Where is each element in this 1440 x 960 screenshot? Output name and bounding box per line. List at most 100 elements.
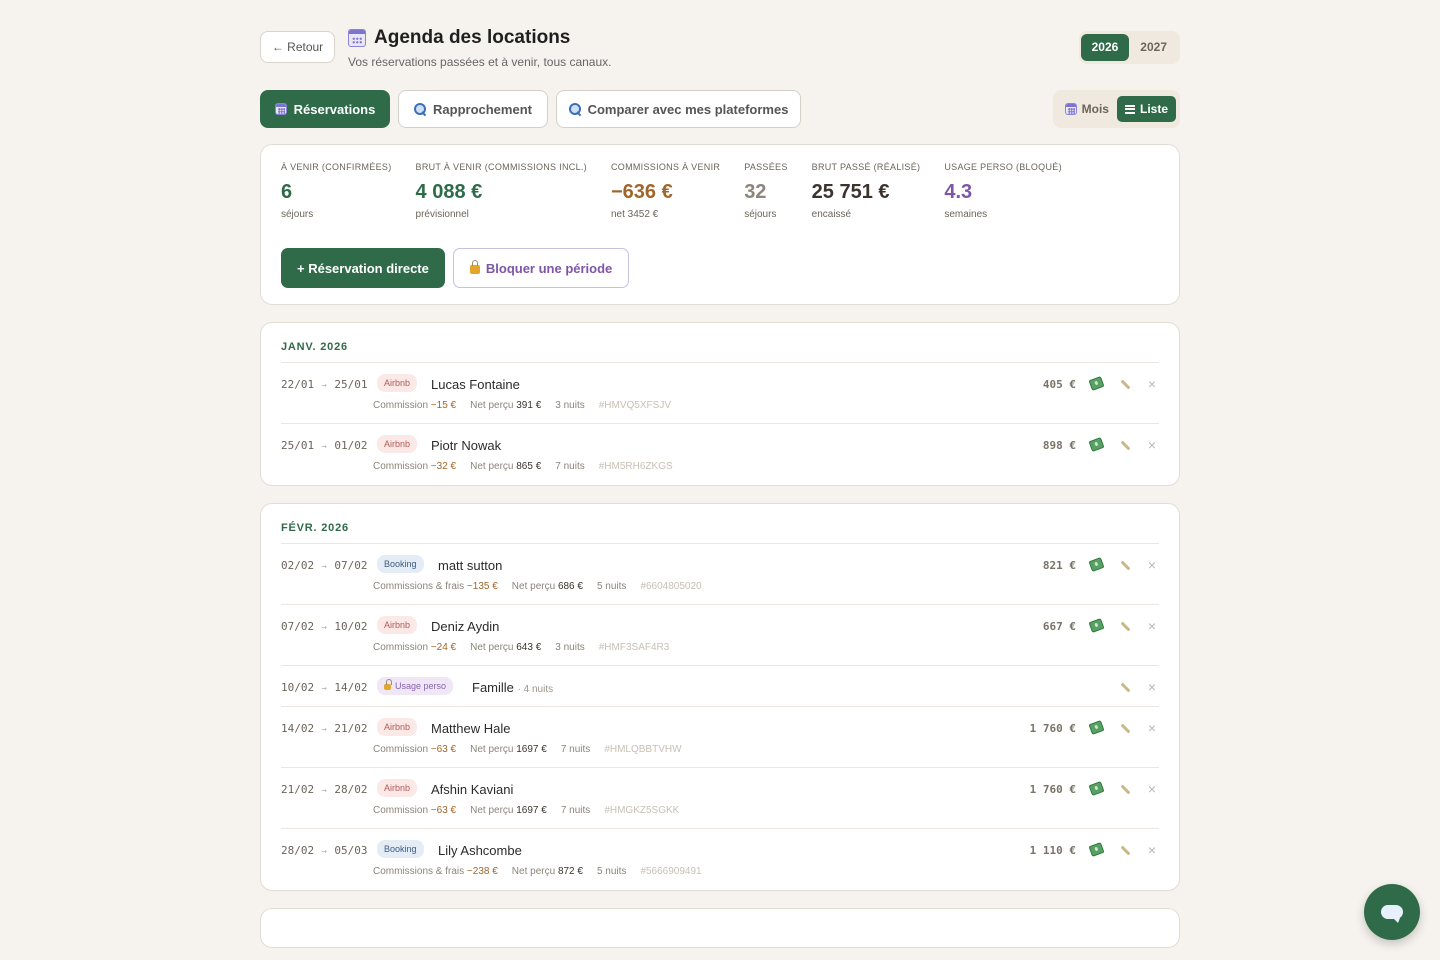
year-2026-button[interactable]: 2026 <box>1080 34 1130 61</box>
close-icon[interactable]: × <box>1148 781 1156 797</box>
close-icon[interactable]: × <box>1148 842 1156 858</box>
arrow-right-icon: → <box>316 725 333 735</box>
title-block: Agenda des locations Vos réservations pa… <box>348 27 611 69</box>
net-label: Net perçu <box>470 461 514 472</box>
end-date: 07/02 <box>334 559 368 572</box>
end-date: 14/02 <box>334 681 368 694</box>
start-date: 10/02 <box>281 681 315 694</box>
tabs-row: Réservations Rapprochement Comparer avec… <box>260 90 1180 144</box>
edit-icon[interactable] <box>1120 379 1131 390</box>
back-button[interactable]: ← Retour <box>260 31 335 63</box>
stats-row: À venir (confirmées) 6 séjours Brut à venir… <box>281 162 1086 220</box>
stat-item: Brut passé (réalisé) 25 751 € encaissé <box>812 162 921 220</box>
guest-name: Deniz Aydin <box>431 619 500 634</box>
stat-value: 32 <box>744 181 767 203</box>
reservation-row[interactable]: 07/02 → 10/02 Airbnb Deniz Aydin Commission… <box>281 605 1159 666</box>
tab-reservations[interactable]: Réservations <box>260 90 390 128</box>
months-list: JANV. 2026 22/01 → 25/01 Airbnb Lucas Fonta… <box>260 322 1180 891</box>
view-list-button[interactable]: Liste <box>1116 96 1176 122</box>
edit-icon[interactable] <box>1120 845 1131 856</box>
money-icon[interactable] <box>1088 720 1105 735</box>
money-icon[interactable] <box>1088 437 1105 452</box>
arrow-right-icon: → <box>316 562 333 572</box>
view-month-button[interactable]: Mois <box>1057 96 1117 122</box>
net-received: Net perçu 1697 € <box>470 805 547 816</box>
stay-dates: 02/02 → 07/02 <box>281 559 368 572</box>
start-date: 02/02 <box>281 559 315 572</box>
start-date: 14/02 <box>281 722 315 735</box>
commission: Commission −15 € <box>373 400 456 411</box>
tab-compare-platforms[interactable]: Comparer avec mes plateformes <box>556 90 801 128</box>
tab-rapprochement[interactable]: Rapprochement <box>398 90 548 128</box>
reservation-row[interactable]: 14/02 → 21/02 Airbnb Matthew Hale Commissio… <box>281 707 1159 768</box>
edit-icon[interactable] <box>1120 682 1131 693</box>
platform-badge: Airbnb <box>377 374 418 392</box>
money-icon[interactable] <box>1088 618 1105 633</box>
commission-label: Commission <box>373 805 429 816</box>
close-icon[interactable]: × <box>1148 557 1156 573</box>
money-icon[interactable] <box>1088 781 1105 796</box>
money-icon[interactable] <box>1088 557 1105 572</box>
edit-icon[interactable] <box>1120 560 1131 571</box>
reservation-row[interactable]: 25/01 → 01/02 Airbnb Piotr Nowak Commission… <box>281 424 1159 485</box>
gross-amount: 405 € <box>1042 378 1076 391</box>
commission-label: Commissions & frais <box>373 866 465 877</box>
reference: #HMVQ5XFSJV <box>598 400 671 411</box>
edit-icon[interactable] <box>1120 440 1131 451</box>
close-icon[interactable]: × <box>1148 376 1156 392</box>
reservation-row[interactable]: 28/02 → 05/03 Booking Lily Ashcombe Commiss… <box>281 829 1159 890</box>
edit-icon[interactable] <box>1120 784 1131 795</box>
reservation-row[interactable]: 02/02 → 07/02 Booking matt sutton Commissio… <box>281 544 1159 605</box>
arrow-right-icon: → <box>316 623 333 633</box>
net-value: 391 € <box>516 400 542 411</box>
commission: Commission −24 € <box>373 642 456 653</box>
commission: Commission −32 € <box>373 461 456 472</box>
stat-sub: net 3452 € <box>610 209 659 220</box>
close-icon[interactable]: × <box>1148 679 1156 695</box>
nights: 7 nuits <box>555 461 585 472</box>
year-switch: 2026 2027 <box>1078 31 1180 64</box>
commission-value: −63 € <box>430 744 457 755</box>
end-date: 25/01 <box>334 378 368 391</box>
close-icon[interactable]: × <box>1148 720 1156 736</box>
stat-item: Passées 32 séjours <box>744 162 787 220</box>
net-label: Net perçu <box>511 581 556 592</box>
guest-name: Famille · 4 nuits <box>472 680 553 695</box>
net-value: 686 € <box>557 581 583 592</box>
commission-value: −15 € <box>430 400 457 411</box>
close-icon[interactable]: × <box>1148 618 1156 634</box>
commission-value: −135 € <box>466 581 498 592</box>
reservation-row[interactable]: 22/01 → 25/01 Airbnb Lucas Fontaine Commiss… <box>281 363 1159 424</box>
commission-label: Commissions & frais <box>373 581 465 592</box>
money-icon[interactable] <box>1088 376 1105 391</box>
direct-reservation-button[interactable]: + Réservation directe <box>281 248 445 288</box>
stat-label: À venir (confirmées) <box>281 162 392 172</box>
reservation-row[interactable]: 21/02 → 28/02 Airbnb Afshin Kaviani Commiss… <box>281 768 1159 829</box>
reference: #6604805020 <box>640 581 702 592</box>
close-icon[interactable]: × <box>1148 437 1156 453</box>
month-section <box>260 908 1180 948</box>
view-list-label: Liste <box>1139 102 1168 116</box>
guest-name: Piotr Nowak <box>431 438 502 453</box>
net-value: 643 € <box>516 642 542 653</box>
net-received: Net perçu 865 € <box>470 461 541 472</box>
net-label: Net perçu <box>470 400 514 411</box>
money-icon[interactable] <box>1088 842 1105 857</box>
stat-sub: semaines <box>944 209 988 220</box>
reservation-row[interactable]: 10/02 → 14/02 Usage perso Famille · 4 nuit… <box>281 666 1159 707</box>
stay-dates: 28/02 → 05/03 <box>281 844 368 857</box>
platform-badge: Booking <box>377 555 424 573</box>
guest-name: Lucas Fontaine <box>431 377 520 392</box>
block-period-button[interactable]: Bloquer une période <box>452 248 630 288</box>
net-label: Net perçu <box>470 642 514 653</box>
reference: #5666909491 <box>640 866 702 877</box>
year-2027-button[interactable]: 2027 <box>1129 34 1178 61</box>
stat-label: Passées <box>744 162 788 172</box>
commission-label: Commission <box>373 744 429 755</box>
gross-amount: 1 760 € <box>1029 722 1076 735</box>
edit-icon[interactable] <box>1120 621 1131 632</box>
month-title: FÉVR. 2026 <box>281 504 1159 544</box>
arrow-right-icon: → <box>316 381 333 391</box>
chat-button[interactable] <box>1364 884 1420 940</box>
edit-icon[interactable] <box>1120 723 1131 734</box>
